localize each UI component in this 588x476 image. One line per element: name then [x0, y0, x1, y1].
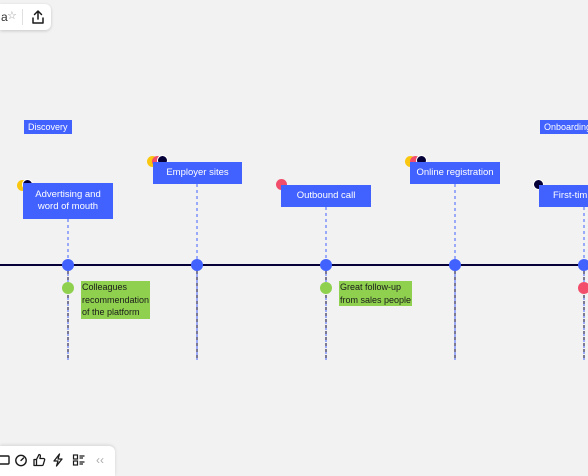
stage-label-onboarding[interactable]: Onboarding [540, 120, 588, 134]
sticky-note[interactable]: Colleagues recommendation of the platfor… [81, 281, 151, 319]
touchpoint-card[interactable]: Online registration [410, 162, 500, 184]
timeline-marker[interactable] [320, 259, 332, 271]
timeline-marker[interactable] [578, 259, 588, 271]
bottom-toolbar: ‹‹ [0, 446, 115, 476]
sticky-note[interactable]: Great follow-up from sales people [339, 281, 413, 306]
frame-icon[interactable] [0, 453, 11, 467]
touchpoint-card[interactable]: Employer sites [153, 162, 242, 184]
negative-marker[interactable] [578, 282, 588, 294]
timeline-marker[interactable] [191, 259, 203, 271]
journey-canvas [0, 184, 588, 360]
timeline-marker[interactable] [62, 259, 74, 271]
positive-marker[interactable] [320, 282, 332, 294]
list-icon[interactable] [72, 453, 86, 467]
toolbar-divider [22, 9, 23, 25]
star-icon[interactable]: ☆ [7, 9, 17, 23]
timeline-marker[interactable] [449, 259, 461, 271]
collapse-icon[interactable]: ‹‹ [96, 452, 104, 468]
touchpoint-card[interactable]: Outbound call [281, 185, 371, 207]
touchpoint-card[interactable]: Advertising and word of mouth [23, 183, 113, 219]
share-icon[interactable] [31, 9, 45, 25]
like-icon[interactable] [32, 453, 46, 467]
touchpoint-card[interactable]: First-tim [539, 185, 588, 207]
timer-icon[interactable] [14, 453, 28, 467]
board-toolbar: a ☆ [0, 4, 51, 30]
positive-marker[interactable] [62, 282, 74, 294]
stage-label-discovery[interactable]: Discovery [24, 120, 72, 134]
lightning-icon[interactable] [51, 453, 65, 467]
